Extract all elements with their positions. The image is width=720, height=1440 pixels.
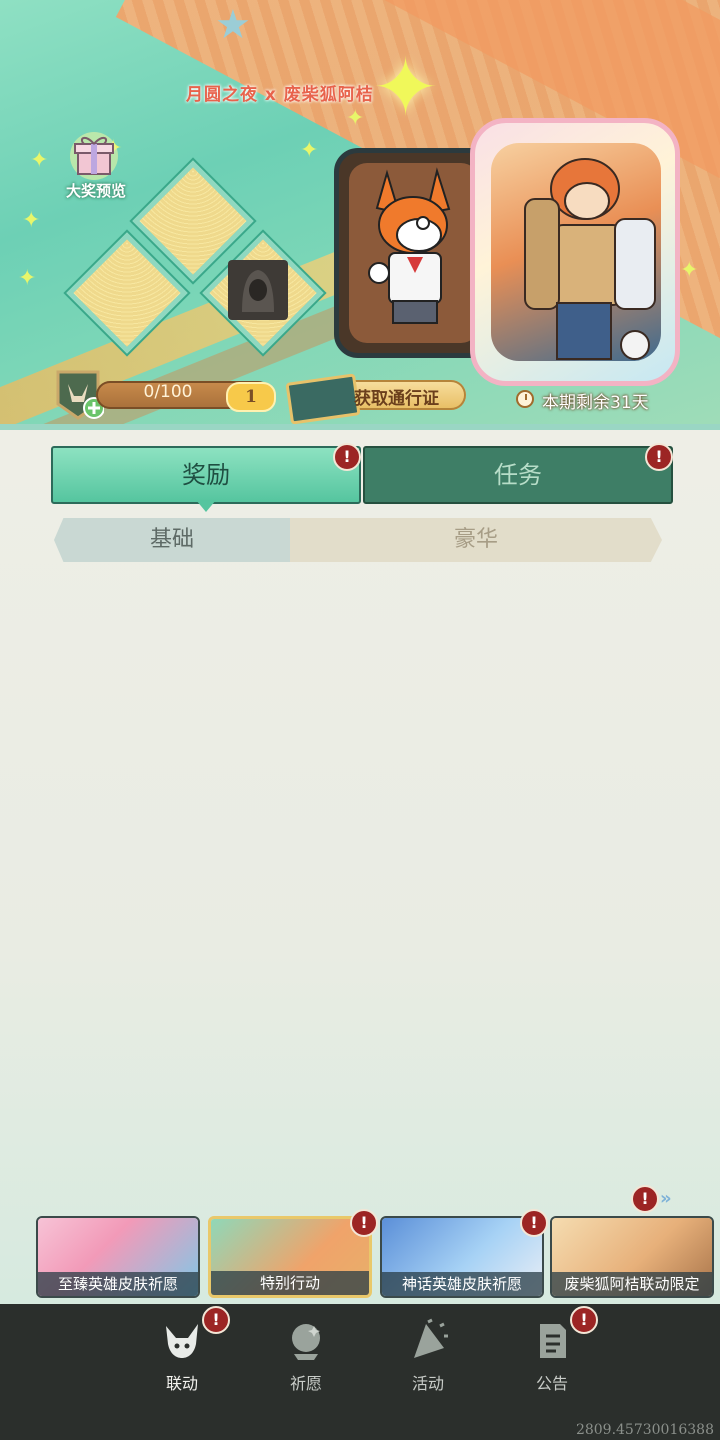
event-carousel[interactable]: 至臻英雄皮肤祈愿 特别行动 神话英雄皮肤祈愿 废柴狐阿桔联动限定 bbox=[36, 1214, 720, 1302]
bottom-navigation bbox=[0, 1304, 720, 1440]
sparkle-icon: ✦ bbox=[30, 148, 49, 173]
event-card[interactable]: 废柴狐阿桔联动限定 bbox=[550, 1216, 714, 1298]
nav-collab-alert-badge: ! bbox=[202, 1306, 230, 1334]
sparkle-icon: ✦ bbox=[18, 266, 37, 291]
fox-character-illustration bbox=[368, 167, 451, 324]
nav-item-activity[interactable]: 活动 bbox=[378, 1318, 478, 1394]
tab-tasks-label: 任务 bbox=[494, 461, 542, 489]
season-remaining-text: 本期剩余31天 bbox=[542, 393, 649, 413]
subtab-basic-label: 基础 bbox=[149, 527, 194, 552]
event-card[interactable]: 特别行动 bbox=[208, 1216, 372, 1298]
get-pass-label: 获取通行证 bbox=[354, 389, 439, 409]
tab-rewards-label: 奖励 bbox=[182, 461, 230, 489]
event-card-alert-badge: ! bbox=[350, 1209, 378, 1237]
tab-rewards-alert-badge: ! bbox=[333, 443, 361, 471]
star-icon: ★ bbox=[215, 2, 251, 48]
nav-item-label: 联动 bbox=[165, 1374, 198, 1393]
subtab-basic[interactable]: 基础 bbox=[54, 518, 290, 562]
sparkle-icon: ✦ bbox=[300, 138, 319, 163]
nav-item-label: 公告 bbox=[535, 1374, 568, 1393]
party-horn-icon bbox=[414, 1318, 448, 1358]
fox-head-icon bbox=[166, 1324, 198, 1358]
scroll-right-icon[interactable]: » bbox=[660, 1188, 672, 1209]
nav-item-label: 祈愿 bbox=[289, 1374, 322, 1393]
crystal-ball-icon bbox=[292, 1324, 320, 1360]
subtab-deluxe-label: 豪华 bbox=[453, 527, 498, 552]
tab-tasks[interactable]: 任务 bbox=[363, 446, 673, 504]
grand-prize-preview-button[interactable]: 大奖预览 bbox=[54, 126, 138, 206]
event-card-label: 废柴狐阿桔联动限定 bbox=[552, 1272, 712, 1296]
sparkle-icon: ✦ bbox=[372, 41, 440, 134]
sparkle-icon: ✦ bbox=[22, 208, 41, 233]
tab-active-pointer bbox=[196, 500, 216, 512]
sparkle-icon: ✦ bbox=[346, 106, 365, 131]
event-card[interactable]: 至臻英雄皮肤祈愿 bbox=[36, 1216, 200, 1298]
notice-document-icon bbox=[540, 1324, 566, 1358]
event-card-label: 至臻英雄皮肤祈愿 bbox=[38, 1272, 198, 1296]
pass-progress-text: 0/100 bbox=[143, 382, 193, 402]
clock-icon bbox=[516, 390, 534, 408]
event-card[interactable]: 神话英雄皮肤祈愿 bbox=[380, 1216, 544, 1298]
subtab-deluxe[interactable]: 豪华 bbox=[290, 518, 662, 562]
gift-icon bbox=[70, 132, 118, 180]
hero-character-card bbox=[470, 118, 680, 386]
get-pass-button[interactable]: 获取通行证 bbox=[285, 373, 468, 425]
event-card-label: 神话英雄皮肤祈愿 bbox=[382, 1272, 542, 1296]
collab-logo-title: 月圆之夜 x 废柴狐阿桔 bbox=[186, 85, 374, 105]
pass-level-chip: 1 bbox=[226, 382, 276, 412]
event-card-alert-badge: ! bbox=[520, 1209, 548, 1237]
events-alert-badge: ! bbox=[631, 1185, 659, 1213]
event-card-label: 特别行动 bbox=[211, 1271, 369, 1295]
nav-notice-alert-badge: ! bbox=[570, 1306, 598, 1334]
sparkle-icon: ✦ bbox=[680, 258, 699, 283]
hooded-figure-icon bbox=[228, 260, 288, 320]
nav-item-wish[interactable]: 祈愿 bbox=[256, 1318, 356, 1394]
nav-item-label: 活动 bbox=[411, 1374, 444, 1393]
version-number: 2809.45730016388 bbox=[575, 1422, 714, 1438]
tab-tasks-alert-badge: ! bbox=[645, 443, 673, 471]
tab-rewards[interactable]: 奖励 bbox=[51, 446, 361, 504]
hero-character-illustration bbox=[524, 158, 656, 360]
grand-prize-label: 大奖预览 bbox=[65, 182, 126, 200]
